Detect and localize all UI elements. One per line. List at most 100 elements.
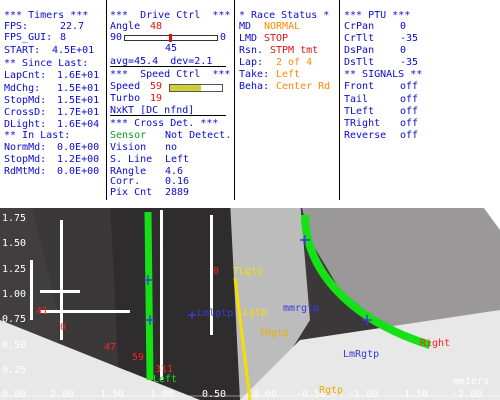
ref-point-label: 311 — [155, 364, 174, 375]
signal-value: off — [400, 118, 419, 129]
in-row-value: 1.2E+00 — [57, 154, 100, 165]
race-status-panel: * Race Status * MD NORMAL LMD STOP Rsn. … — [235, 0, 337, 200]
rgtp-label: Rgtp — [319, 385, 344, 396]
y-tick-label: 1.00 — [2, 289, 27, 300]
y-tick-label: 1.75 — [2, 213, 27, 224]
since-last-header: ** Since Last: — [4, 58, 89, 69]
angle-range-min: 90 — [110, 32, 123, 43]
fps-value: 22.7 — [60, 21, 85, 32]
lap-value: 2 of 4 — [276, 57, 313, 68]
right-label: Right — [420, 338, 451, 349]
drive-panel: *** Drive Ctrl *** Angle 48 90 0 45 avg=… — [107, 0, 233, 200]
cross-row-value: no — [165, 142, 178, 153]
since-row-label: MdChg: — [4, 83, 41, 94]
speed-ctrl-header: *** Speed Ctrl *** — [110, 69, 231, 80]
angle-slider-thumb[interactable] — [169, 34, 172, 42]
in-last-header: ** In Last: — [4, 130, 71, 141]
x-tick-label: -2.00 — [452, 389, 483, 400]
since-row-value: 1.5E+01 — [57, 83, 100, 94]
angle-range-max: 0 — [220, 32, 227, 43]
speed-value: 59 — [150, 81, 163, 92]
x-tick-label: 2.00 — [50, 389, 75, 400]
speed-bar — [169, 84, 223, 92]
sensor-label: Sensor — [110, 130, 147, 141]
fps-label: FPS: — [4, 21, 29, 32]
ptu-row-label: DsPan — [344, 45, 375, 56]
ptu-row-label: DsTlt — [344, 57, 375, 68]
left-label: Left — [153, 374, 178, 385]
signal-label: TRight — [344, 118, 381, 129]
rsn-label: Rsn. — [239, 45, 264, 56]
since-row-value: 1.7E+01 — [57, 107, 100, 118]
signal-label: Front — [344, 81, 375, 92]
md-label: MD — [239, 21, 252, 32]
signal-value: off — [400, 81, 419, 92]
y-tick-label: 0.75 — [2, 314, 27, 325]
y-tick-label: 1.50 — [2, 238, 27, 249]
ptu-row-value: -35 — [400, 33, 419, 44]
x-tick-label: 1.00 — [150, 389, 175, 400]
in-row-label: RdMtMd: — [4, 166, 47, 177]
x-tick-label: -1.50 — [398, 389, 429, 400]
ptu-row-label: CrTlt — [344, 33, 375, 44]
lmd-label: LMD — [239, 33, 258, 44]
in-row-label: NormMd: — [4, 142, 47, 153]
ref-point-label: 47 — [104, 342, 117, 353]
ptu-row-value: -35 — [400, 57, 419, 68]
y-tick-label: 1.25 — [2, 264, 27, 275]
turbo-value: 19 — [150, 93, 163, 104]
speed-label: Speed — [110, 81, 141, 92]
signal-label: Reverse — [344, 130, 387, 141]
take-value: Left — [276, 69, 301, 80]
signal-label: Tail — [344, 94, 369, 105]
drive-ctrl-header: *** Drive Ctrl *** — [110, 10, 231, 21]
signal-label: TLeft — [344, 106, 375, 117]
since-row-label: DLight: — [4, 119, 47, 130]
road-marking — [160, 210, 163, 380]
signal-value: off — [400, 94, 419, 105]
lap-label: Lap: — [239, 57, 264, 68]
race-status-header: * Race Status * — [239, 10, 330, 21]
start-value: 4.5E+01 — [52, 45, 95, 56]
mmrgtp-label: mmrgtp — [283, 303, 320, 314]
avg-underline — [110, 66, 226, 67]
ptu-row-label: CrPan — [344, 21, 375, 32]
since-row-value: 1.6E+01 — [57, 70, 100, 81]
y-tick-label: 0.50 — [2, 340, 27, 351]
left-lane-line — [144, 211, 154, 381]
cross-row-label: Corr. — [110, 176, 141, 187]
start-label: START: — [4, 45, 41, 56]
signal-value: off — [400, 106, 419, 117]
fps-gui-value: 8 — [60, 32, 67, 43]
sensor-value: Not Detect. — [165, 130, 232, 141]
x-tick-label: 0.00 — [253, 389, 278, 400]
cross-row-label: Pix Cnt — [110, 187, 153, 198]
angle-slider[interactable] — [124, 34, 218, 42]
lmd-value: STOP — [264, 33, 289, 44]
in-row-label: StopMd: — [4, 154, 47, 165]
beha-label: Beha: — [239, 81, 270, 92]
tlgtp-label: TLgtp — [233, 266, 264, 277]
x-axis-units: meters — [453, 376, 490, 387]
camera-overlay — [0, 200, 500, 400]
x-tick-label: 1.50 — [100, 389, 125, 400]
ptu-panel: *** PTU *** CrPan 0 CrTlt -35 DsPan 0 Ds… — [340, 0, 500, 200]
cross-det-header: *** Cross Det. *** — [110, 118, 219, 129]
timers-header: *** Timers *** — [4, 10, 89, 21]
ref-point-label: 0 — [213, 266, 220, 277]
ref-point-label: 0 — [60, 322, 67, 333]
cross-row-value: 0.16 — [165, 176, 190, 187]
road-marking — [30, 260, 33, 320]
ptu-row-value: 0 — [400, 21, 407, 32]
x-tick-label: 0.50 — [202, 389, 227, 400]
trgtp-label: TRgtp — [259, 328, 290, 339]
since-row-value: 1.6E+04 — [57, 119, 100, 130]
view-top-border — [0, 200, 500, 208]
in-row-value: 0.0E+00 — [57, 142, 100, 153]
turbo-label: Turbo — [110, 93, 141, 104]
ref-point-label: 41 — [36, 306, 49, 317]
y-tick-label: 0.00 — [2, 389, 27, 400]
y-tick-label: 0.25 — [2, 365, 27, 376]
speed-underline — [110, 115, 226, 116]
lmlgtp-label: Lmlgtp — [197, 308, 234, 319]
